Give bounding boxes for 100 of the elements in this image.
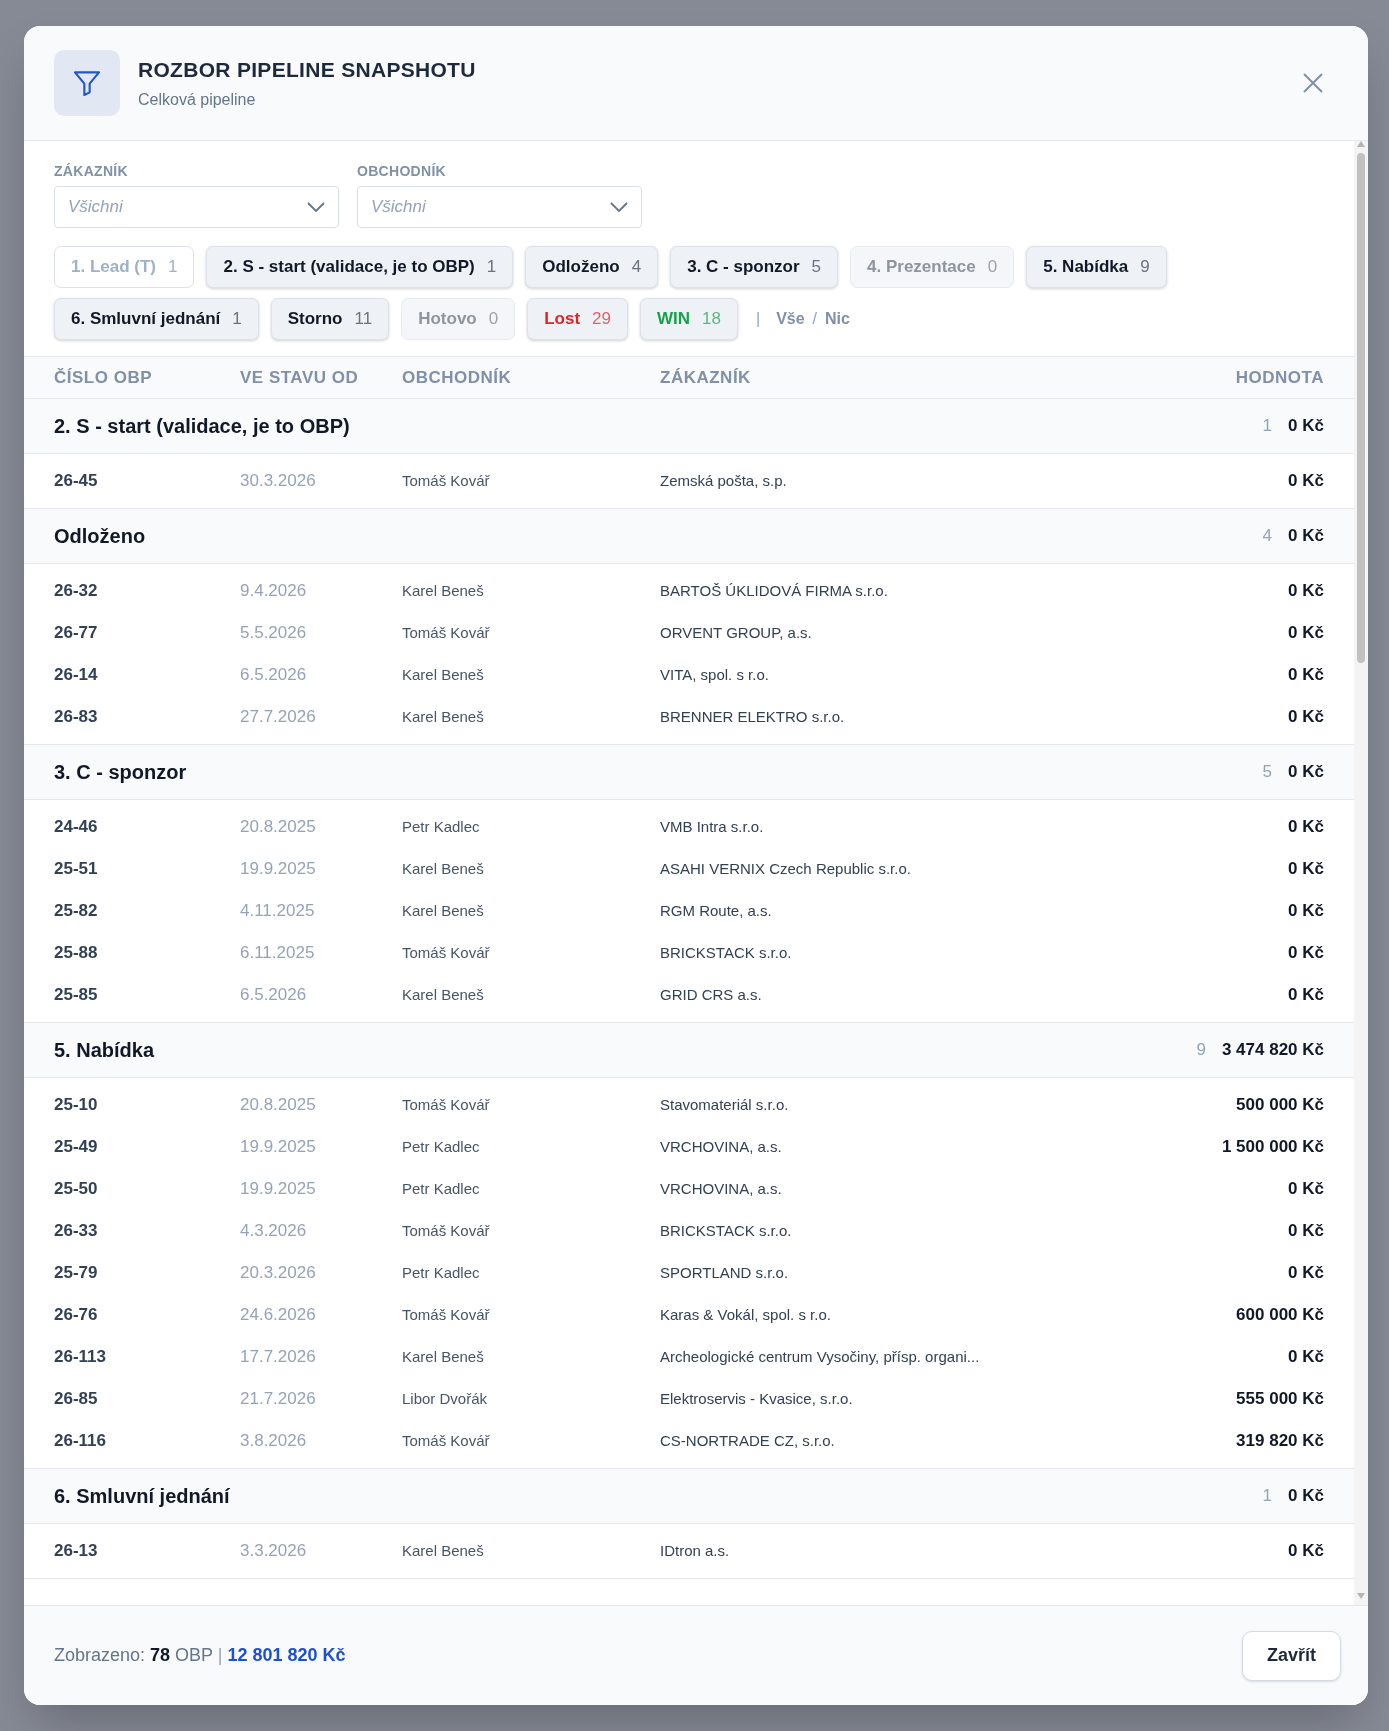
column-header[interactable]: ZÁKAZNÍK	[660, 364, 1236, 391]
table-cell-text: BARTOŠ ÚKLIDOVÁ FIRMA s.r.o.	[660, 580, 888, 601]
table-cell-text: 0 Kč	[1288, 984, 1324, 1007]
table-cell-text: 25-49	[54, 1136, 98, 1159]
scrollbar-thumb[interactable]	[1357, 153, 1365, 663]
select-field[interactable]: Všichni	[357, 186, 642, 228]
table-cell-text: 6.5.2026	[240, 984, 307, 1007]
table-cell-text: 20.8.2025	[240, 816, 316, 839]
separator-text: |	[755, 309, 761, 329]
table-cell-text: VRCHOVINA, a.s.	[660, 1178, 782, 1199]
table-cell-text: Petr Kadlec	[402, 1262, 480, 1283]
table-cell-text: Tomáš Kovář	[402, 1304, 490, 1325]
table-cell-text: Elektroservis - Kvasice, s.r.o.	[660, 1388, 853, 1409]
filter-chip[interactable]: 3. C - sponzor 5	[670, 246, 839, 288]
table-cell-text: Petr Kadlec	[402, 816, 480, 837]
table-cell-text: VMB Intra s.r.o.	[660, 816, 764, 837]
table-cell-text: 26-32	[54, 580, 98, 603]
close-button[interactable]: Zavřít	[1241, 1630, 1341, 1681]
table-cell-text: 25-10	[54, 1094, 98, 1117]
filter-chip[interactable]: 5. Nabídka 9	[1026, 246, 1167, 288]
table-cell-text: SPORTLAND s.r.o.	[660, 1262, 789, 1283]
table-cell-text: 21.7.2026	[240, 1388, 316, 1411]
column-header[interactable]: VE STAVU OD	[240, 364, 402, 391]
group-header[interactable]: 3. C - sponzor 5 0 Kč	[24, 745, 1354, 800]
table-cell-text: Libor Dvořák	[402, 1388, 488, 1409]
table-cell-text: 30.3.2026	[240, 470, 316, 493]
table-cell-text: 26-76	[54, 1304, 98, 1327]
table-cell-text: 26-83	[54, 706, 98, 729]
scroll-up-arrow-icon[interactable]	[1357, 141, 1365, 147]
table-cell-text: BRICKSTACK s.r.o.	[660, 942, 792, 963]
filter-chip[interactable]: 6. Smluvní jednání 1	[54, 298, 259, 340]
select-all-link[interactable]: Vše	[776, 307, 805, 331]
table-cell-text: 9.4.2026	[240, 580, 307, 603]
table-cell-text: 26-116	[54, 1430, 106, 1453]
filter-chip[interactable]: WIN 18	[640, 298, 738, 340]
filter-label: ZÁKAZNÍK	[54, 162, 129, 181]
table-cell-text: Karel Beneš	[402, 984, 484, 1005]
table-cell-text: 0 Kč	[1288, 1220, 1324, 1243]
chevron-down-icon	[610, 202, 628, 212]
table-cell-text: 0 Kč	[1288, 664, 1324, 687]
table-cell-text: Karas & Vokál, spol. s r.o.	[660, 1304, 831, 1325]
table-cell-text: 0 Kč	[1288, 1540, 1324, 1563]
table-cell-text: 555 000 Kč	[1236, 1388, 1324, 1411]
table-cell-text: 0 Kč	[1288, 470, 1324, 493]
column-header[interactable]: HODNOTA	[1235, 364, 1324, 391]
table-cell-text: 0 Kč	[1288, 816, 1324, 839]
table-cell-text: Tomáš Kovář	[402, 622, 490, 643]
table-cell-text: 0 Kč	[1288, 900, 1324, 923]
table-cell-text: 0 Kč	[1288, 942, 1324, 965]
table-cell-text: Karel Beneš	[402, 858, 484, 879]
table-cell-text: Stavomateriál s.r.o.	[660, 1094, 789, 1115]
select-none-link[interactable]: Nic	[825, 307, 850, 331]
table-cell-text: 3.3.2026	[240, 1540, 307, 1563]
column-header[interactable]: OBCHODNÍK	[402, 364, 660, 391]
table-cell-text: 24-46	[54, 816, 98, 839]
filter-chip[interactable]: Lost 29	[527, 298, 628, 340]
table-cell-text: 4.3.2026	[240, 1220, 307, 1243]
scroll-down-arrow-icon[interactable]	[1357, 1593, 1365, 1599]
table-cell-text: Karel Beneš	[402, 580, 484, 601]
table-cell-text: BRICKSTACK s.r.o.	[660, 1220, 792, 1241]
table-cell-text: Tomáš Kovář	[402, 470, 490, 491]
table-cell-text: Tomáš Kovář	[402, 1220, 490, 1241]
table-cell-text: 19.9.2025	[240, 1178, 316, 1201]
table-cell-text: 0 Kč	[1288, 706, 1324, 729]
table-cell-text: 17.7.2026	[240, 1346, 316, 1369]
table-cell-text: Karel Beneš	[402, 664, 484, 685]
table-cell-text: 600 000 Kč	[1236, 1304, 1324, 1327]
table-cell-text: Karel Beneš	[402, 1346, 484, 1367]
group-header[interactable]: 6. Smluvní jednání 1 0 Kč	[24, 1469, 1354, 1524]
table-cell-text: Petr Kadlec	[402, 1136, 480, 1157]
table-cell-text: 319 820 Kč	[1236, 1430, 1324, 1453]
table-cell-text: 4.11.2025	[240, 900, 315, 923]
table-cell-text: 25-79	[54, 1262, 98, 1285]
summary-text: Zobrazeno: 78 OBP | 12 801 820 Kč	[54, 1644, 346, 1667]
table-cell-text: 5.5.2026	[240, 622, 307, 645]
table-cell-text: 26-113	[54, 1346, 106, 1369]
table-cell-text: ORVENT GROUP, a.s.	[660, 622, 812, 643]
table-cell-text: Karel Beneš	[402, 900, 484, 921]
table-cell-text: 0 Kč	[1288, 1178, 1324, 1201]
table-cell-text: GRID CRS a.s.	[660, 984, 762, 1005]
dialog-subtitle: Celková pipeline	[138, 90, 257, 111]
filter-chip[interactable]: Odloženo 4	[525, 246, 659, 288]
table-cell-text: ASAHI VERNIX Czech Republic s.r.o.	[660, 858, 911, 879]
group-header[interactable]: 5. Nabídka 9 3 474 820 Kč	[24, 1023, 1354, 1078]
group-header[interactable]: Odloženo 4 0 Kč	[24, 509, 1354, 564]
filter-chip[interactable]: 1. Lead (T) 1	[54, 246, 195, 288]
group-header[interactable]: 2. S - start (validace, je to OBP) 1 0 Kč	[24, 399, 1354, 454]
table-cell-text: Tomáš Kovář	[402, 942, 490, 963]
table-cell-text: 19.9.2025	[240, 858, 316, 881]
column-header[interactable]: ČÍSLO OBP	[54, 364, 240, 391]
table-cell-text: 25-88	[54, 942, 98, 965]
filter-chip[interactable]: 2. S - start (validace, je to OBP) 1	[206, 246, 514, 288]
filter-chip[interactable]: Storno 11	[270, 298, 390, 340]
select-field[interactable]: Všichni	[54, 186, 339, 228]
table-cell-text: 25-85	[54, 984, 98, 1007]
table-cell-text: Tomáš Kovář	[402, 1094, 490, 1115]
table-cell-text: 6.11.2025	[240, 942, 315, 965]
separator-text: /	[812, 309, 818, 329]
table-cell-text: 6.5.2026	[240, 664, 307, 687]
table-cell-text: 0 Kč	[1288, 1346, 1324, 1369]
